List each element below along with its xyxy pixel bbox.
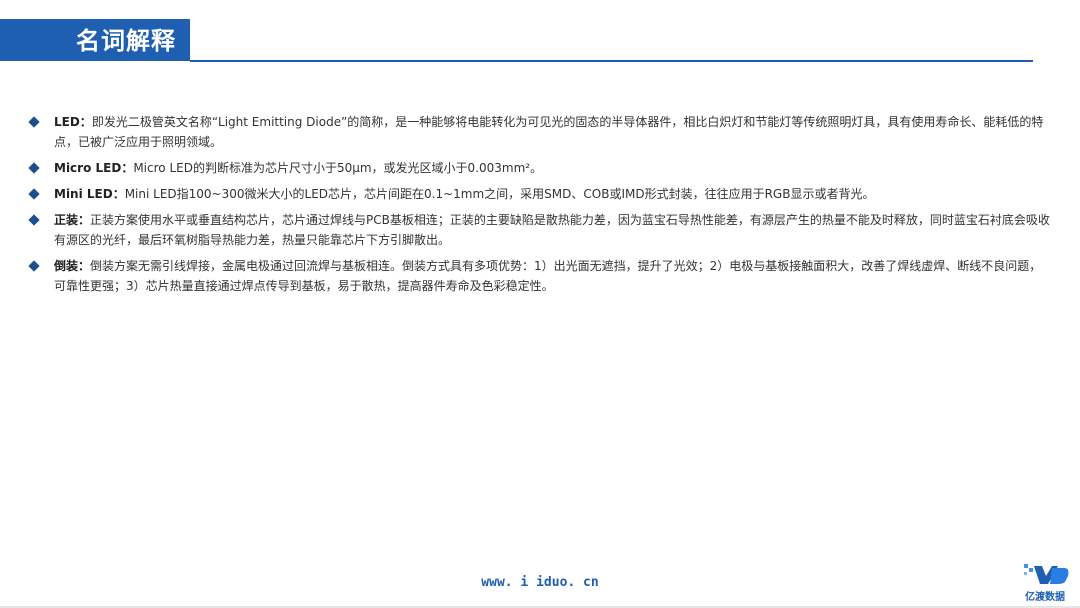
term-name: 正装： <box>54 213 91 227</box>
slide: 名词解释 LED：即发光二极管英文名称“Light Emitting Diode… <box>0 0 1080 608</box>
term-item-led: LED：即发光二极管英文名称“Light Emitting Diode”的简称，… <box>28 112 1050 152</box>
term-name: 倒装： <box>54 259 91 273</box>
term-item-micro-led: Micro LED：Micro LED的判断标准为芯片尺寸小于50μm，或发光区… <box>28 158 1050 178</box>
term-item-face-up: 正装：正装方案使用水平或垂直结构芯片，芯片通过焊线与PCB基板相连；正装的主要缺… <box>28 210 1050 250</box>
term-name: Micro LED： <box>54 161 134 175</box>
term-item-mini-led: Mini LED：Mini LED指100~300微米大小的LED芯片，芯片间距… <box>28 184 1050 204</box>
footer-url: www. i iduo. cn <box>481 575 599 590</box>
term-definition: 倒装方案无需引线焊接，金属电极通过回流焊与基板相连。倒装方式具有多项优势：1）出… <box>54 259 1042 293</box>
diamond-bullet-icon <box>28 188 40 200</box>
page-title: 名词解释 <box>76 27 176 55</box>
term-name: Mini LED： <box>54 187 125 201</box>
term-name: LED： <box>54 115 92 129</box>
term-definition: Micro LED的判断标准为芯片尺寸小于50μm，或发光区域小于0.003mm… <box>133 161 543 175</box>
diamond-bullet-icon <box>28 116 40 128</box>
title-divider <box>190 60 1033 62</box>
term-item-flip-chip: 倒装：倒装方案无需引线焊接，金属电极通过回流焊与基板相连。倒装方式具有多项优势：… <box>28 256 1050 296</box>
diamond-bullet-icon <box>28 214 40 226</box>
term-definition: Mini LED指100~300微米大小的LED芯片，芯片间距在0.1~1mm之… <box>124 187 875 201</box>
term-list: LED：即发光二极管英文名称“Light Emitting Diode”的简称，… <box>28 112 1050 302</box>
term-definition: 正装方案使用水平或垂直结构芯片，芯片通过焊线与PCB基板相连；正装的主要缺陷是散… <box>54 213 1050 247</box>
term-definition: 即发光二极管英文名称“Light Emitting Diode”的简称，是一种能… <box>54 115 1044 149</box>
company-logo-text: 亿渡数据 <box>1025 592 1065 603</box>
diamond-bullet-icon <box>28 162 40 174</box>
diamond-bullet-icon <box>28 260 40 272</box>
